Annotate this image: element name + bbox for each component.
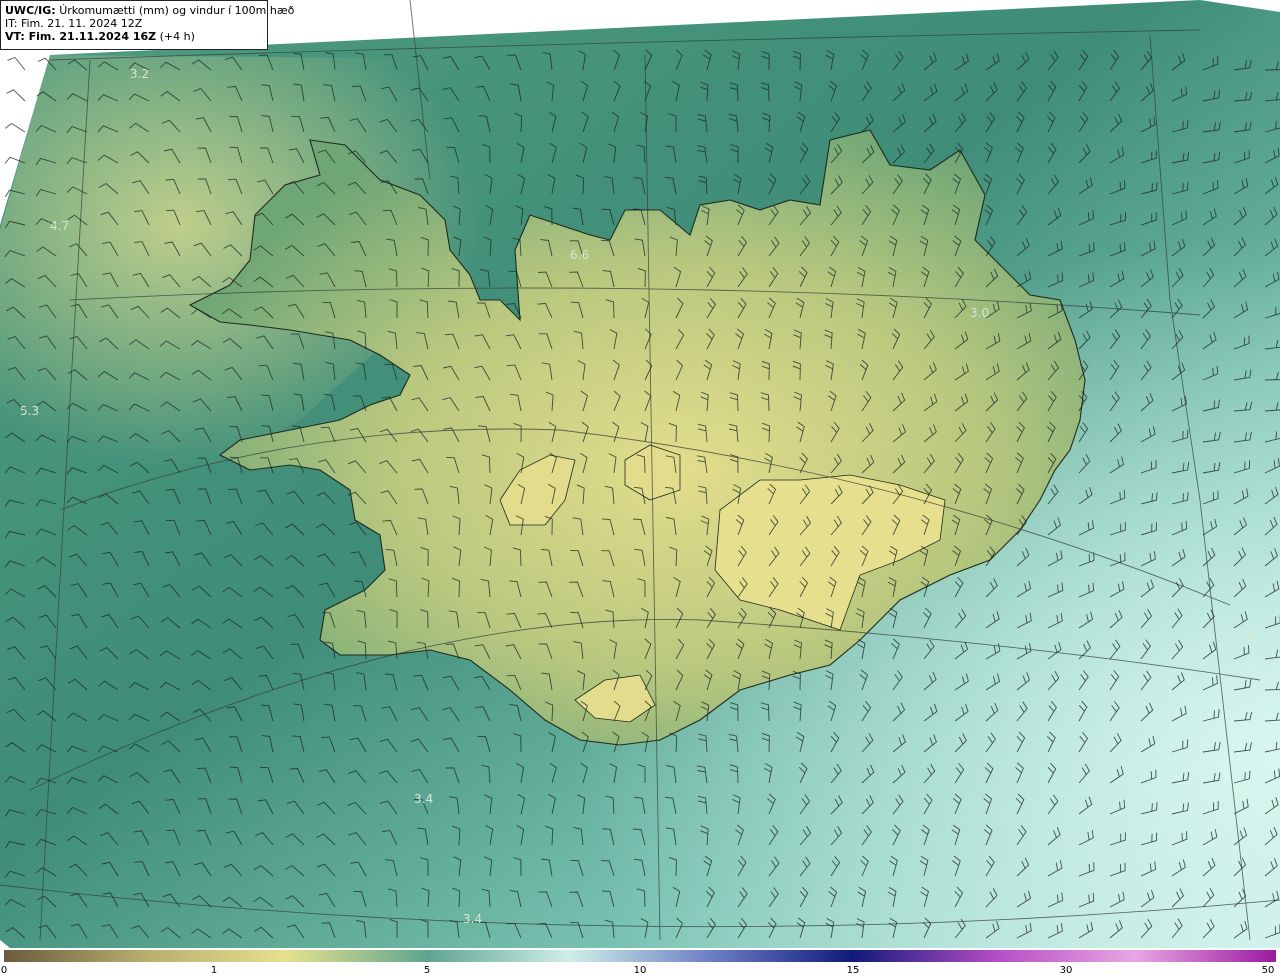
product-line: UWC/IG: Úrkomumætti (mm) og vindur í 100…: [5, 4, 294, 17]
legend-color-bar: [4, 950, 1276, 962]
value-label: 4.7: [50, 219, 69, 233]
initial-time: IT: Fim. 21. 11. 2024 12Z: [5, 17, 143, 30]
product-code: UWC/IG:: [5, 4, 56, 17]
value-label: 3.4: [463, 912, 482, 926]
legend-tick: 15: [846, 965, 860, 976]
forecast-offset: (+4 h): [159, 30, 195, 43]
legend-tick: 0: [0, 965, 8, 976]
value-label: 6.6: [570, 248, 589, 262]
valid-time: VT: Fim. 21.11.2024 16Z: [5, 30, 157, 43]
value-label: 5.3: [20, 404, 39, 418]
value-label: 3.4: [414, 792, 433, 806]
legend-tick: 10: [633, 965, 647, 976]
value-label: 10: [1240, 631, 1255, 645]
value-label: 3.2: [130, 67, 149, 81]
wind-barb: [7, 56, 26, 71]
legend-tick: 50: [1261, 965, 1275, 976]
value-label: 3.0: [970, 306, 989, 320]
product-description: Úrkomumætti (mm) og vindur í 100m hæð: [59, 4, 295, 17]
valid-time-line: VT: Fim. 21.11.2024 16Z (+4 h): [5, 30, 263, 43]
wind-barb: [6, 89, 26, 102]
legend-tick: 30: [1059, 965, 1073, 976]
map-info-box: UWC/IG: Úrkomumætti (mm) og vindur í 100…: [0, 0, 294, 50]
legend-tick: 5: [423, 965, 431, 976]
map-canvas: 3.2 4.7 5.3 6.6 3.0 3.4 3.4 10: [0, 0, 1280, 948]
wind-barb: [5, 122, 26, 133]
weather-map: 3.2 4.7 5.3 6.6 3.0 3.4 3.4 10 UWC/IG: Ú…: [0, 0, 1280, 948]
color-legend: 0 1 5 10 15 30 50: [0, 948, 1280, 978]
legend-tick: 1: [210, 965, 218, 976]
